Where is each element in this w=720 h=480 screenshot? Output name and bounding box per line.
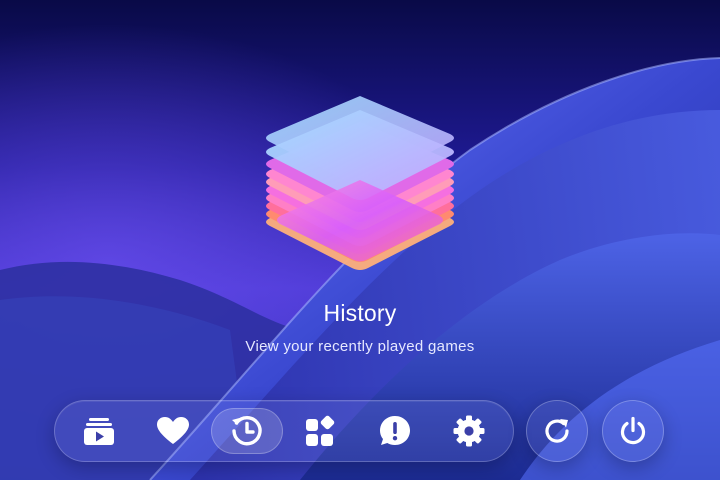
gear-icon bbox=[453, 415, 485, 447]
apps-grid-icon bbox=[305, 415, 337, 447]
page-subtitle: View your recently played games bbox=[245, 338, 475, 355]
dock-history-button[interactable] bbox=[211, 408, 283, 454]
refresh-button[interactable] bbox=[526, 400, 588, 462]
dock-apps-button[interactable] bbox=[285, 408, 357, 454]
history-hero-illustration bbox=[266, 96, 454, 270]
dock-feedback-button[interactable] bbox=[359, 408, 431, 454]
heart-icon bbox=[157, 417, 189, 445]
play-stack-icon bbox=[83, 416, 115, 446]
history-icon bbox=[230, 414, 264, 448]
refresh-icon bbox=[541, 415, 573, 447]
dock-settings-button[interactable] bbox=[433, 408, 505, 454]
power-button[interactable] bbox=[602, 400, 664, 462]
page-title: History bbox=[323, 300, 397, 326]
bottom-dock bbox=[54, 400, 514, 462]
dock-favorites-button[interactable] bbox=[137, 408, 209, 454]
alert-bubble-icon bbox=[378, 414, 412, 448]
dock-library-button[interactable] bbox=[63, 408, 135, 454]
power-icon bbox=[617, 415, 649, 447]
